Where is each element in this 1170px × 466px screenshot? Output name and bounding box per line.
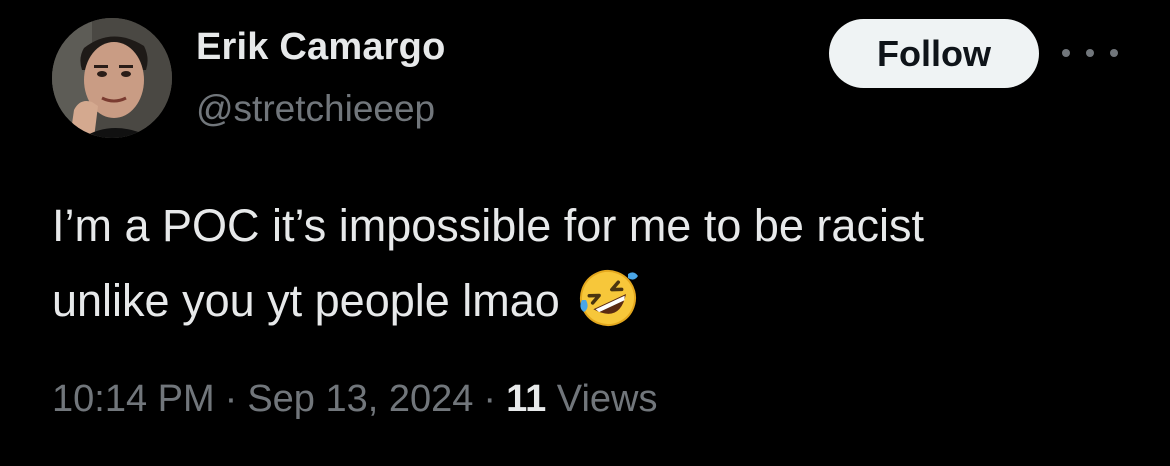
more-horizontal-icon: [1086, 49, 1094, 57]
avatar[interactable]: [52, 18, 172, 138]
tweet-time[interactable]: 10:14 PM: [52, 378, 215, 420]
avatar-photo-icon: [52, 18, 172, 138]
tweet-metadata: 10:14 PM · Sep 13, 2024 · 11 Views: [52, 378, 657, 421]
follow-button[interactable]: Follow: [829, 19, 1039, 88]
tweet-text-line: I’m a POC it’s impossible for me to be r…: [52, 200, 924, 251]
tweet-text-line: unlike you yt people lmao: [52, 275, 560, 326]
more-horizontal-icon: [1062, 49, 1070, 57]
more-horizontal-icon: [1110, 49, 1118, 57]
author-handle[interactable]: @stretchieeep: [196, 88, 435, 130]
tweet-text-line-2: unlike you yt people lmao: [52, 263, 1132, 338]
tweet-text: I’m a POC it’s impossible for me to be r…: [52, 188, 1132, 338]
separator: ·: [483, 378, 497, 420]
tweet-card: Erik Camargo @stretchieeep Follow I’m a …: [0, 0, 1170, 466]
views-label: Views: [556, 378, 658, 420]
rolling-on-the-floor-laughing-emoji-icon: [576, 266, 640, 330]
more-options-button[interactable]: [1062, 38, 1118, 68]
views-count: 11: [506, 378, 547, 420]
tweet-date[interactable]: Sep 13, 2024: [247, 378, 473, 420]
author-display-name[interactable]: Erik Camargo: [196, 26, 446, 69]
separator: ·: [224, 378, 238, 420]
